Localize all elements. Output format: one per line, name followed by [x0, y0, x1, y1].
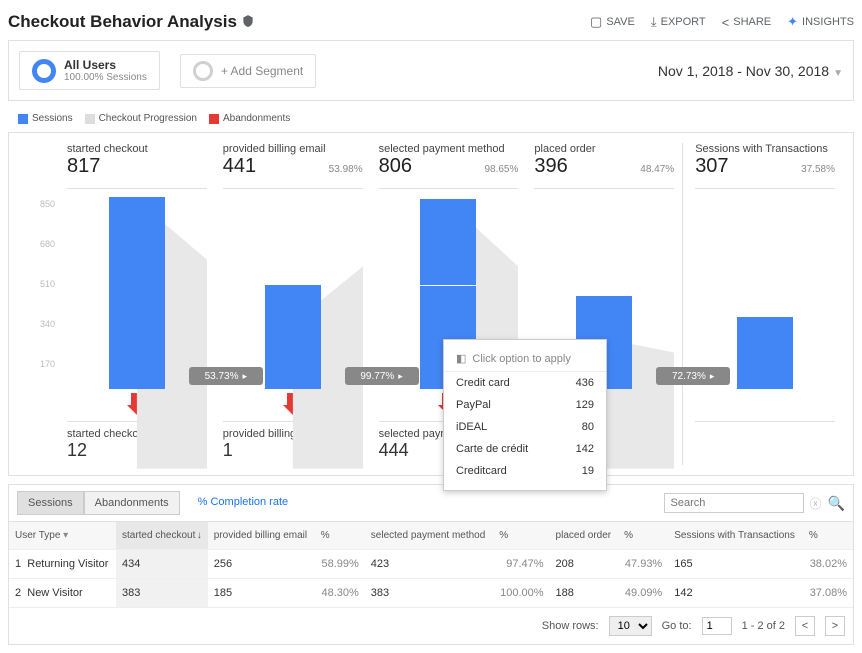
table-row[interactable]: 2 New Visitor 383 185 48.30% 383 100.00%…	[9, 579, 853, 608]
segment-sub: 100.00% Sessions	[64, 72, 147, 83]
step-value: 806	[379, 155, 412, 178]
sort-down-icon: ↓	[197, 530, 202, 541]
add-circle-icon	[193, 61, 213, 81]
col-trans[interactable]: Sessions with Transactions	[668, 522, 803, 550]
segment-label: All Users	[64, 58, 147, 72]
date-range-picker[interactable]: Nov 1, 2018 - Nov 30, 2018▼	[658, 63, 843, 79]
dropoff-value: 1	[223, 440, 233, 461]
verified-icon	[241, 14, 255, 31]
share-button[interactable]: <SHARE	[722, 14, 772, 30]
popover-option[interactable]: PayPal129	[444, 394, 606, 416]
col-pct[interactable]: %	[803, 522, 853, 550]
dropoff-arrow-icon	[67, 393, 207, 417]
col-billing[interactable]: provided billing email	[208, 522, 315, 550]
download-icon: ⤓	[651, 14, 657, 30]
step-name: placed order	[534, 143, 674, 155]
search-input[interactable]	[664, 493, 804, 513]
step-name: provided billing email	[223, 143, 363, 155]
step-name: started checkout	[67, 143, 207, 155]
col-placed[interactable]: placed order	[550, 522, 619, 550]
step-value: 817	[67, 155, 100, 178]
dropoff-value: 444	[379, 440, 409, 461]
clear-icon[interactable]: ⓧ	[810, 495, 822, 512]
add-segment-button[interactable]: + Add Segment	[180, 54, 316, 88]
col-user-type[interactable]: User Type ▾	[9, 522, 116, 550]
prev-page-button[interactable]: <	[795, 616, 815, 636]
show-rows-label: Show rows:	[542, 620, 599, 632]
step-name: Sessions with Transactions	[695, 143, 835, 155]
insights-button[interactable]: ✦INSIGHTS	[787, 14, 854, 30]
col-pct[interactable]: %	[618, 522, 668, 550]
data-table: User Type ▾ started checkout ↓ provided …	[9, 522, 853, 608]
dropoff-value: 12	[67, 440, 87, 461]
export-button[interactable]: ⤓EXPORT	[651, 14, 706, 30]
chevron-down-icon: ▾	[63, 530, 68, 541]
bar-billing[interactable]	[265, 285, 321, 389]
table-row[interactable]: 1 Returning Visitor 434 256 58.99% 423 9…	[9, 550, 853, 579]
legend-sessions: Sessions	[18, 113, 73, 124]
save-icon: ▢	[590, 14, 602, 30]
share-icon: <	[722, 15, 730, 30]
legend-abandon: Abandonments	[209, 113, 290, 124]
search-icon[interactable]: 🔍	[828, 495, 845, 512]
save-button[interactable]: ▢SAVE	[590, 14, 635, 30]
goto-input[interactable]	[702, 617, 732, 635]
bar-started-checkout[interactable]	[109, 197, 165, 389]
col-payment[interactable]: selected payment method	[365, 522, 493, 550]
page-title: Checkout Behavior Analysis	[8, 12, 237, 32]
bar-chart-icon: ◧	[456, 352, 466, 365]
segment-circle-icon	[32, 59, 56, 83]
popover-option[interactable]: Credit card436	[444, 372, 606, 394]
dropoff-name: provided billing email Drop...	[223, 428, 363, 440]
tab-sessions[interactable]: Sessions	[17, 491, 84, 515]
dropoff-arrow-icon	[223, 393, 363, 417]
goto-label: Go to:	[662, 620, 692, 632]
col-started[interactable]: started checkout ↓	[116, 522, 208, 550]
legend-progression: Checkout Progression	[85, 113, 197, 124]
dropoff-name: started checkout Dropoff	[67, 428, 207, 440]
funnel-chart: 850 680 510 340 170 started checkout 817…	[8, 132, 854, 476]
step-value: 441	[223, 155, 256, 178]
chevron-down-icon: ▼	[833, 68, 843, 79]
bar-transactions[interactable]	[737, 317, 793, 389]
payment-breakdown-popover: ◧Click option to apply Credit card436 Pa…	[443, 339, 607, 491]
tab-abandonments[interactable]: Abandonments	[84, 491, 180, 515]
step-name: selected payment method	[379, 143, 519, 155]
tab-completion-rate[interactable]: % Completion rate	[188, 491, 299, 515]
col-pct[interactable]: %	[493, 522, 549, 550]
next-page-button[interactable]: >	[825, 616, 845, 636]
insights-icon: ✦	[787, 14, 798, 30]
pager-range: 1 - 2 of 2	[742, 620, 785, 632]
popover-option[interactable]: Carte de crédit142	[444, 438, 606, 460]
popover-option[interactable]: iDEAL80	[444, 416, 606, 438]
col-pct[interactable]: %	[315, 522, 365, 550]
segment-all-users[interactable]: All Users 100.00% Sessions	[19, 51, 160, 90]
show-rows-select[interactable]: 10	[609, 616, 652, 636]
step-value: 307	[695, 155, 728, 178]
step-value: 396	[534, 155, 567, 178]
y-axis: 850 680 510 340 170	[19, 199, 55, 399]
popover-option[interactable]: Creditcard19	[444, 460, 606, 482]
